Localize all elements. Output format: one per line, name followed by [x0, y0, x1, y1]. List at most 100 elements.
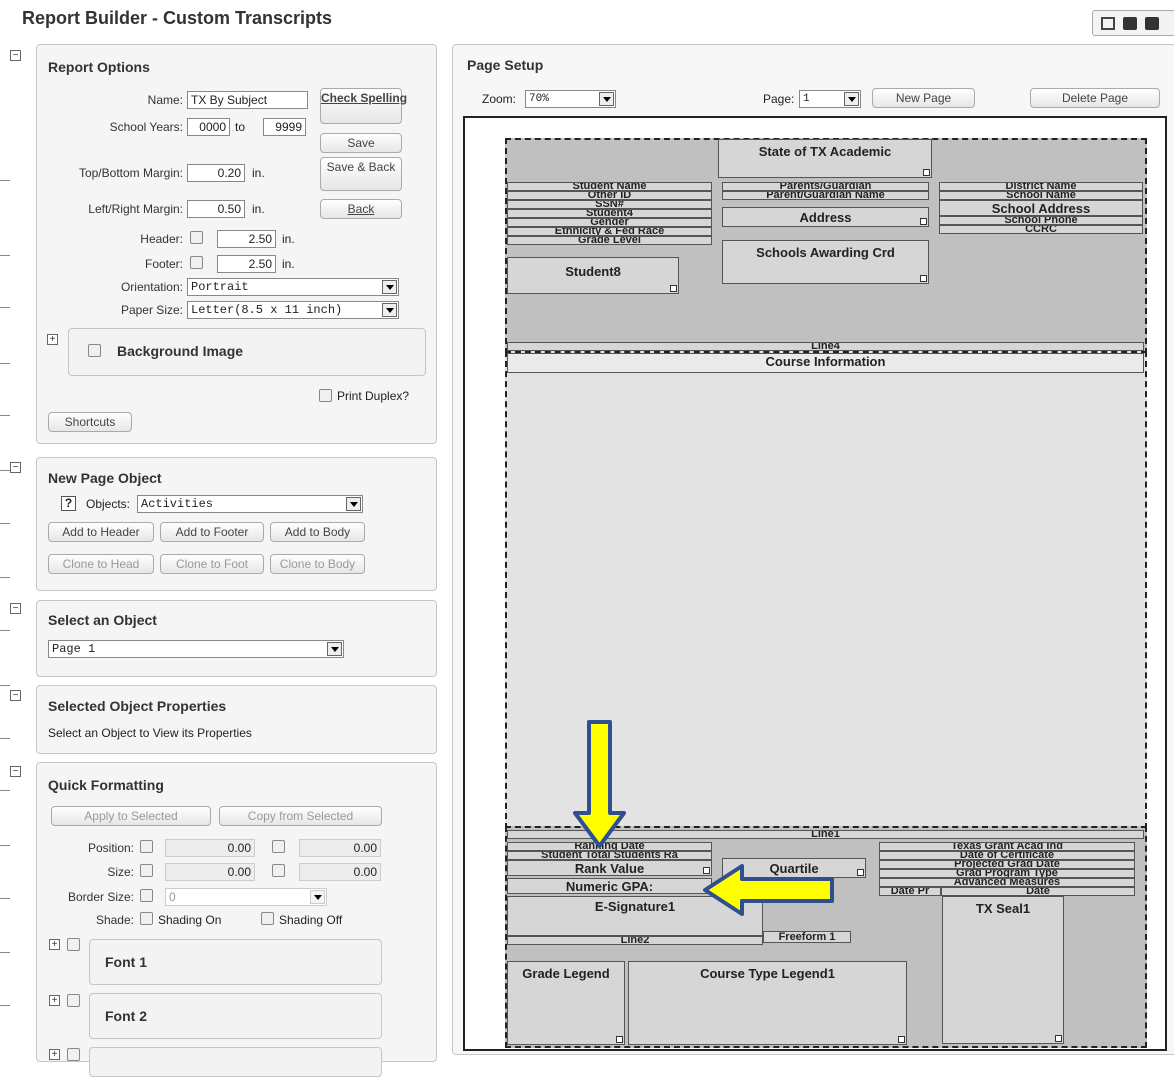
- font1-checkbox[interactable]: [67, 938, 80, 951]
- total-students-box[interactable]: Student Total Students Ra: [507, 851, 712, 860]
- grade-legend-box[interactable]: Grade Legend: [507, 961, 625, 1045]
- copy-from-selected-button[interactable]: Copy from Selected: [219, 806, 382, 826]
- chevron-down-icon[interactable]: [346, 497, 361, 511]
- position-y-input[interactable]: 0.00: [299, 839, 381, 857]
- ethnicity-box[interactable]: Ethnicity & Fed Race: [507, 227, 712, 236]
- font2-checkbox[interactable]: [67, 994, 80, 1007]
- resize-handle[interactable]: [898, 1036, 905, 1043]
- projected-grad-box[interactable]: Projected Grad Date: [879, 860, 1135, 869]
- resize-handle[interactable]: [670, 285, 677, 292]
- texas-grant-box[interactable]: Texas Grant Acad Ind: [879, 842, 1135, 851]
- toolbar-icons[interactable]: [1092, 10, 1174, 36]
- district-box[interactable]: District Name: [939, 182, 1143, 191]
- save-button[interactable]: Save: [320, 133, 402, 153]
- position-y-checkbox[interactable]: [272, 840, 285, 853]
- camera-icon[interactable]: [1145, 16, 1159, 30]
- school-phone-box[interactable]: School Phone: [939, 216, 1143, 225]
- expand-background-icon[interactable]: +: [47, 334, 58, 345]
- state-title-box[interactable]: State of TX Academic: [718, 139, 932, 178]
- schools-awarding-box[interactable]: Schools Awarding Crd: [722, 240, 929, 284]
- help-icon[interactable]: ?: [61, 496, 76, 511]
- tx-seal-box[interactable]: TX Seal1: [942, 896, 1064, 1044]
- collapse-quick-format-icon[interactable]: −: [10, 766, 21, 777]
- object-select[interactable]: Page 1: [48, 640, 344, 658]
- check-spelling-button[interactable]: Check Spelling: [320, 88, 407, 124]
- chevron-down-icon[interactable]: [382, 303, 397, 317]
- rank-value-box[interactable]: Rank Value: [507, 860, 712, 876]
- year-from-input[interactable]: 0000: [187, 118, 230, 136]
- date-certificate-box[interactable]: Date of Certificate: [879, 851, 1135, 860]
- shading-off-checkbox[interactable]: [261, 912, 274, 925]
- footer-height-input[interactable]: 2.50: [217, 255, 276, 273]
- resize-handle[interactable]: [920, 218, 927, 225]
- grade-level-box[interactable]: Grade Level: [507, 236, 712, 245]
- size-h-checkbox[interactable]: [272, 864, 285, 877]
- other-id-box[interactable]: Other ID: [507, 191, 712, 200]
- print-duplex-checkbox[interactable]: [319, 389, 332, 402]
- shading-on-checkbox[interactable]: [140, 912, 153, 925]
- freeform-box[interactable]: Freeform 1: [763, 931, 851, 943]
- course-info-box[interactable]: Course Information: [507, 353, 1144, 373]
- date-box[interactable]: Date: [941, 887, 1135, 896]
- student4-box[interactable]: Student4: [507, 209, 712, 218]
- page-select[interactable]: 1: [799, 90, 861, 108]
- clone-to-head-button[interactable]: Clone to Head: [48, 554, 154, 574]
- grad-program-box[interactable]: Grad Program Type: [879, 869, 1135, 878]
- year-to-input[interactable]: 9999: [263, 118, 306, 136]
- position-checkbox[interactable]: [140, 840, 153, 853]
- clone-to-body-button[interactable]: Clone to Body: [270, 554, 365, 574]
- numeric-gpa-box[interactable]: Numeric GPA:: [507, 878, 712, 894]
- parent-name-box[interactable]: Parent/Guardian Name: [722, 191, 929, 200]
- advanced-measures-box[interactable]: Advanced Measures: [879, 878, 1135, 887]
- address-box[interactable]: Address: [722, 207, 929, 227]
- delete-page-button[interactable]: Delete Page: [1030, 88, 1160, 108]
- monitor-icon[interactable]: [1123, 16, 1137, 30]
- apply-to-selected-button[interactable]: Apply to Selected: [51, 806, 211, 826]
- collapse-report-options-icon[interactable]: −: [10, 50, 21, 61]
- school-address-box[interactable]: School Address: [939, 200, 1143, 216]
- position-x-input[interactable]: 0.00: [165, 839, 255, 857]
- border-size-select[interactable]: 0: [165, 888, 327, 906]
- chevron-down-icon[interactable]: [327, 642, 342, 656]
- resize-handle[interactable]: [920, 275, 927, 282]
- expand-font2-icon[interactable]: +: [49, 995, 60, 1006]
- size-h-input[interactable]: 0.00: [299, 863, 381, 881]
- name-input[interactable]: TX By Subject: [187, 91, 308, 109]
- chevron-down-icon[interactable]: [310, 890, 325, 904]
- paper-size-select[interactable]: Letter(8.5 x 11 inch): [187, 301, 399, 319]
- background-image-checkbox[interactable]: [88, 344, 101, 357]
- border-size-checkbox[interactable]: [140, 889, 153, 902]
- size-w-input[interactable]: 0.00: [165, 863, 255, 881]
- ccrc-box[interactable]: CCRC: [939, 225, 1143, 234]
- chevron-down-icon[interactable]: [844, 92, 859, 106]
- gender-box[interactable]: Gender: [507, 218, 712, 227]
- resize-handle[interactable]: [1055, 1035, 1062, 1042]
- add-to-header-button[interactable]: Add to Header: [48, 522, 154, 542]
- resize-handle[interactable]: [923, 169, 930, 176]
- collapse-select-object-icon[interactable]: −: [10, 603, 21, 614]
- clone-to-foot-button[interactable]: Clone to Foot: [160, 554, 264, 574]
- line2-box[interactable]: Line2: [507, 936, 763, 945]
- line4-box[interactable]: Line4: [507, 342, 1144, 351]
- date-pr-box[interactable]: Date Pr: [879, 887, 941, 896]
- chevron-down-icon[interactable]: [382, 280, 397, 294]
- student8-box[interactable]: Student8: [507, 257, 679, 294]
- resize-handle[interactable]: [857, 869, 864, 876]
- header-height-input[interactable]: 2.50: [217, 230, 276, 248]
- header-checkbox[interactable]: [190, 231, 203, 244]
- new-page-button[interactable]: New Page: [872, 88, 975, 108]
- expand-font1-icon[interactable]: +: [49, 939, 60, 950]
- add-to-body-button[interactable]: Add to Body: [270, 522, 365, 542]
- chevron-down-icon[interactable]: [599, 92, 614, 106]
- chart-icon[interactable]: [1101, 16, 1115, 30]
- objects-select[interactable]: Activities: [137, 495, 363, 513]
- zoom-select[interactable]: 70%: [525, 90, 616, 108]
- collapse-new-object-icon[interactable]: −: [10, 462, 21, 473]
- ssn-box[interactable]: SSN#: [507, 200, 712, 209]
- orientation-select[interactable]: Portrait: [187, 278, 399, 296]
- add-to-footer-button[interactable]: Add to Footer: [160, 522, 264, 542]
- parents-box[interactable]: Parents/Guardian: [722, 182, 929, 191]
- school-name-box[interactable]: School Name: [939, 191, 1143, 200]
- tb-margin-input[interactable]: 0.20: [187, 164, 245, 182]
- footer-checkbox[interactable]: [190, 256, 203, 269]
